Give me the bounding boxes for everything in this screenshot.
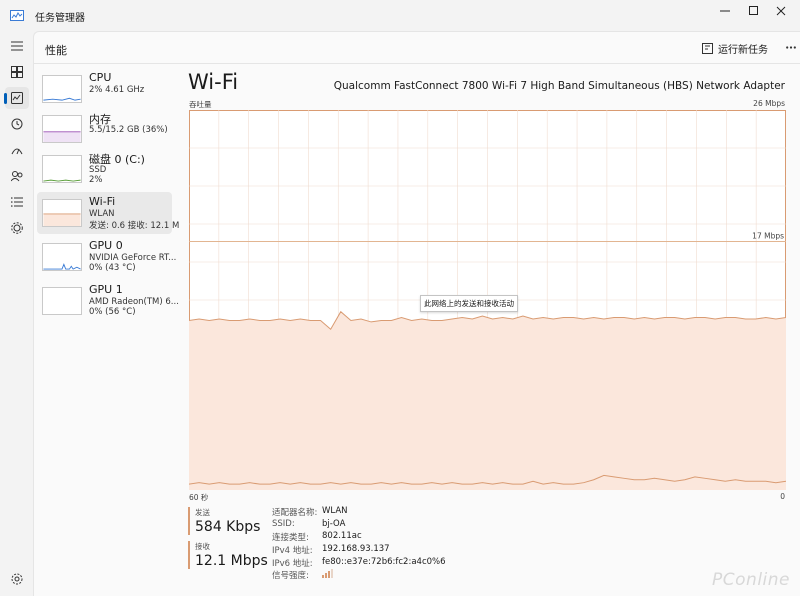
nav-app-history[interactable] — [5, 113, 29, 135]
device-detail: SSD — [89, 165, 107, 175]
page-title: 性能 — [45, 44, 67, 57]
prop-key: 信号强度: — [272, 571, 309, 582]
receive-area — [189, 311, 786, 490]
device-title: Wi-Fi — [188, 70, 239, 94]
device-name: Wi-Fi — [89, 195, 116, 208]
receive-stat: 接收 12.1 Mbps — [188, 541, 268, 569]
device-detail: WLAN — [89, 209, 115, 219]
more-icon — [786, 45, 796, 49]
history-icon — [11, 118, 23, 130]
device-detail-2: 0% (43 °C) — [89, 263, 136, 273]
nav-startup[interactable] — [5, 139, 29, 161]
close-icon — [776, 6, 786, 16]
processes-icon — [11, 66, 23, 78]
device-detail: NVIDIA GeForce RT... — [89, 253, 177, 263]
run-new-task-button[interactable]: 运行新任务 — [702, 41, 768, 56]
users-icon — [11, 171, 23, 182]
prop-key: IPv4 地址: — [272, 546, 313, 557]
device-detail: AMD Radeon(TM) 6... — [89, 297, 179, 307]
startup-icon — [11, 148, 23, 155]
device-gpu0[interactable]: GPU 0 NVIDIA GeForce RT... 0% (43 °C) — [37, 236, 176, 278]
hamburger-icon — [11, 41, 23, 51]
prop-value: bj-OA — [322, 518, 346, 529]
cpu-thumbnail — [42, 75, 82, 103]
device-detail-2: 2% — [89, 175, 103, 185]
watermark: PConline — [712, 570, 790, 590]
device-name: CPU — [89, 71, 112, 84]
gpu0-thumbnail — [42, 243, 82, 271]
device-detail-2: 发送: 0.6 接收: 12.1 M — [89, 221, 180, 231]
chart-tooltip: 此网络上的发送和接收活动 — [420, 295, 518, 312]
device-name: GPU 0 — [89, 239, 123, 252]
send-stat: 发送 584 Kbps — [188, 507, 260, 535]
nav-services[interactable] — [5, 217, 29, 239]
prop-value: WLAN — [322, 506, 348, 516]
nav-performance[interactable] — [4, 87, 29, 109]
device-memory[interactable]: 内存 5.5/15.2 GB (36%) — [37, 108, 172, 150]
header-divider — [34, 63, 800, 64]
device-gpu1[interactable]: GPU 1 AMD Radeon(TM) 6... 0% (56 °C) — [37, 280, 179, 322]
services-icon — [11, 222, 23, 234]
nav-details[interactable] — [5, 191, 29, 213]
device-detail-2: 0% (56 °C) — [89, 307, 136, 317]
send-label: 发送 — [195, 508, 210, 517]
device-name: GPU 1 — [89, 283, 123, 296]
memory-thumbnail — [42, 115, 82, 143]
device-disk[interactable]: 磁盘 0 (C:) SSD 2% — [37, 148, 172, 190]
x-axis-right-label: 0 — [780, 492, 785, 501]
nav-menu-button[interactable] — [5, 35, 29, 57]
receive-label: 接收 — [195, 542, 210, 551]
task-manager-app-icon — [10, 10, 24, 21]
throughput-label: 吞吐量 — [189, 100, 212, 109]
prop-key: IPv6 地址: — [272, 558, 313, 569]
x-axis-left-label: 60 秒 — [189, 493, 209, 502]
reference-label: 17 Mbps — [752, 232, 784, 241]
device-detail: 2% 4.61 GHz — [89, 85, 145, 95]
prop-value: 192.168.93.137 — [322, 544, 390, 555]
prop-key: 连接类型: — [272, 533, 309, 544]
receive-value: 12.1 Mbps — [195, 553, 268, 569]
window-title: 任务管理器 — [35, 13, 85, 24]
prop-key: SSID: — [272, 518, 295, 529]
title-bar: 任务管理器 — [0, 0, 800, 31]
device-cpu[interactable]: CPU 2% 4.61 GHz — [37, 68, 172, 110]
run-task-icon — [702, 43, 713, 54]
minimize-icon — [720, 10, 730, 12]
details-icon — [11, 197, 23, 207]
send-value: 584 Kbps — [195, 519, 261, 535]
nav-settings[interactable] — [5, 568, 29, 590]
prop-key: 适配器名称: — [272, 508, 318, 518]
more-options-button[interactable] — [782, 38, 800, 56]
gpu1-thumbnail — [42, 287, 82, 315]
content-panel: 性能 运行新任务 CPU 2% 4.61 GHz 内存 5.5/15.2 GB … — [33, 31, 800, 596]
run-task-label: 运行新任务 — [718, 45, 768, 56]
adapter-name: Qualcomm FastConnect 7800 Wi-Fi 7 High B… — [333, 80, 785, 92]
prop-value: 802.11ac — [322, 531, 362, 542]
device-wifi[interactable]: Wi-Fi WLAN 发送: 0.6 接收: 12.1 M — [37, 192, 179, 234]
performance-icon — [11, 92, 23, 104]
nav-users[interactable] — [5, 165, 29, 187]
disk-thumbnail — [42, 155, 82, 183]
nav-processes[interactable] — [5, 61, 29, 83]
close-button[interactable] — [762, 0, 800, 22]
nav-rail — [0, 31, 33, 596]
y-max-label: 26 Mbps — [753, 99, 785, 108]
settings-icon — [11, 573, 23, 585]
signal-strength-icon — [322, 569, 333, 579]
device-detail: 5.5/15.2 GB (36%) — [89, 125, 168, 135]
prop-value: fe80::e37e:72b6:fc2:a4c0%6 — [322, 556, 446, 567]
signal-strength — [322, 569, 334, 581]
maximize-icon — [749, 6, 758, 15]
wifi-thumbnail — [42, 199, 82, 227]
